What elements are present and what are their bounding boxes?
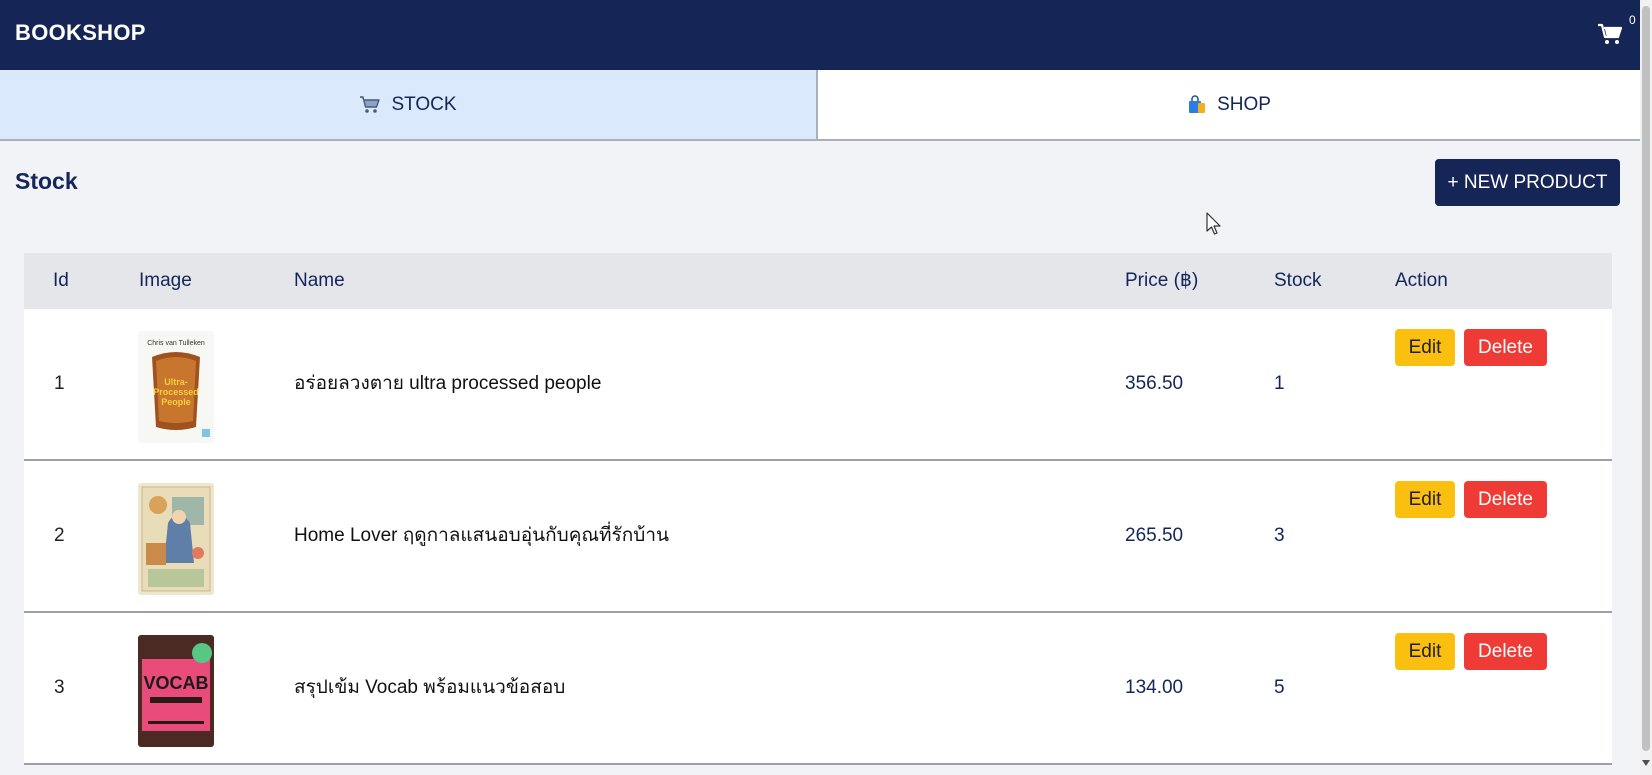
cell-id: 2	[54, 525, 65, 546]
tab-bar: STOCK SHOP	[0, 70, 1640, 141]
book-cover-image: Chris van Tulleken Ultra- Processed Peop…	[138, 331, 214, 443]
cell-price: 134.00	[1125, 677, 1184, 698]
column-header-action: Action	[1395, 270, 1448, 291]
cell-stock: 3	[1274, 525, 1285, 546]
table-row: 1 Chris van Tulleken Ultra- Processed Pe…	[24, 309, 1612, 461]
top-navbar: BOOKSHOP 0	[0, 0, 1640, 70]
brand-logo[interactable]: BOOKSHOP	[15, 20, 146, 46]
column-header-image: Image	[139, 270, 192, 291]
tab-shop-label: SHOP	[1217, 93, 1271, 115]
cell-name: Home Lover ฤดูกาลแสนอบอุ่นกับคุณที่รักบ้…	[294, 525, 669, 546]
svg-text:VOCAB: VOCAB	[143, 673, 208, 693]
tab-stock-label: STOCK	[391, 93, 457, 115]
cell-stock: 1	[1274, 373, 1285, 394]
svg-text:Processed: Processed	[153, 387, 199, 397]
scroll-down-arrow-icon[interactable]	[1642, 760, 1650, 766]
page-title: Stock	[15, 168, 78, 194]
table-row: 2 Home Lover ฤดูกาลแสนอบอุ่นกับคุณที่รัก…	[24, 461, 1612, 613]
cart-count-badge: 0	[1629, 13, 1636, 27]
new-product-button[interactable]: + NEW PRODUCT	[1435, 159, 1620, 206]
delete-button[interactable]: Delete	[1464, 481, 1547, 518]
column-header-id: Id	[53, 270, 69, 291]
svg-text:People: People	[161, 397, 191, 407]
svg-text:Ultra-: Ultra-	[164, 377, 188, 387]
edit-button[interactable]: Edit	[1395, 329, 1455, 366]
cart-icon	[359, 95, 381, 115]
column-header-price: Price (฿)	[1125, 270, 1199, 291]
shopping-cart-icon[interactable]	[1597, 22, 1623, 46]
delete-button[interactable]: Delete	[1464, 633, 1547, 670]
cell-stock: 5	[1274, 677, 1285, 698]
column-header-stock: Stock	[1274, 270, 1322, 291]
edit-button[interactable]: Edit	[1395, 481, 1455, 518]
cell-price: 265.50	[1125, 525, 1184, 546]
cell-name: สรุปเข้ม Vocab พร้อมแนวข้อสอบ	[294, 677, 566, 698]
table-row: 3 VOCAB สรุปเข้ม Vocab พร้อมแนวข้อสอบ 13…	[24, 613, 1612, 765]
table-header: Id Image Name Price (฿) Stock Action	[24, 253, 1612, 309]
mouse-cursor-icon	[1206, 212, 1221, 235]
shopping-bag-icon	[1187, 94, 1207, 115]
cell-name: อร่อยลวงตาย ultra processed people	[294, 373, 602, 394]
tab-stock[interactable]: STOCK	[0, 70, 818, 139]
tab-shop[interactable]: SHOP	[818, 70, 1640, 139]
cell-id: 3	[54, 677, 65, 698]
vertical-scrollbar[interactable]	[1640, 0, 1652, 775]
svg-text:Chris van Tulleken: Chris van Tulleken	[147, 340, 205, 347]
edit-button[interactable]: Edit	[1395, 633, 1455, 670]
scrollbar-thumb[interactable]	[1642, 6, 1650, 751]
stock-table: Id Image Name Price (฿) Stock Action 1 C…	[24, 253, 1612, 765]
delete-button[interactable]: Delete	[1464, 329, 1547, 366]
book-cover-image	[138, 483, 214, 595]
cell-price: 356.50	[1125, 373, 1184, 394]
column-header-name: Name	[294, 270, 345, 291]
cell-id: 1	[54, 373, 65, 394]
book-cover-image: VOCAB	[138, 635, 214, 747]
